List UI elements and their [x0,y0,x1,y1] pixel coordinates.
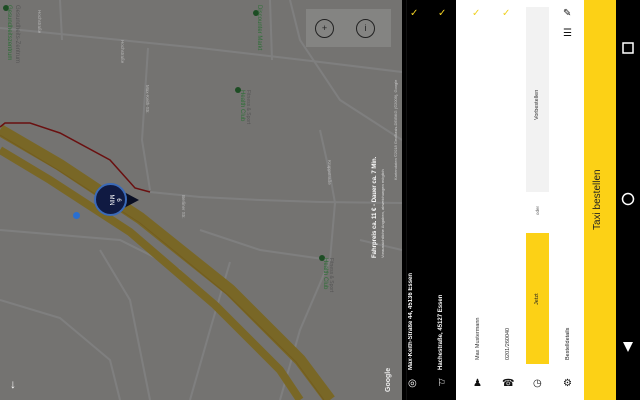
street-label: Hochstraße [120,40,125,64]
poi-label: Gesundheitszentrum [6,5,12,61]
poi-label: Discounter Markt [256,5,262,51]
street-label: Berliner Str. [181,195,186,219]
order-taxi-button[interactable]: Taxi bestellen [584,0,616,400]
person-icon: ♟ [473,378,482,389]
map-controls: + i [306,9,391,47]
name-field[interactable]: Max Mustermann [475,318,481,361]
settings-icon[interactable]: ⚙ [563,378,572,389]
eta-value: 6 [115,198,121,202]
order-taxi-label: Taxi bestellen [592,169,603,230]
edit-icon[interactable]: ✎ [563,8,571,19]
time-or-label: oder [535,205,540,215]
poi-sublabel: Gesundheits-Zentrum [14,5,20,64]
phone-icon: ☎ [502,378,515,389]
check-icon: ✓ [502,8,511,19]
system-nav-bar [616,0,640,400]
route-strip: ✓ ✓ Max-Keith-Straße 44, 45136 Essen Hac… [402,0,456,400]
fare-disclaimer: Voraussichtliche Angaben, abweichungen m… [380,169,385,258]
zoom-in-icon[interactable]: + [315,19,334,38]
check-icon: ✓ [472,8,481,19]
preorder-label: Vorbestellen [534,89,540,120]
home-icon[interactable] [621,192,635,206]
time-now-label: Jetzt [534,293,540,305]
crosshair-icon[interactable]: ◎ [408,378,417,389]
order-details-link[interactable]: Bestelldetails [565,328,571,360]
info-icon[interactable]: i [356,19,375,38]
app-screen: Gesundheitszentrum Gesundheits-Zentrum D… [0,0,640,400]
poi-sublabel: Fitness & Sport [328,258,334,293]
list-icon[interactable]: ☰ [563,28,572,39]
flag-icon[interactable]: ⚐ [437,378,446,389]
arrow-down-icon[interactable]: ↓ [10,377,16,391]
recents-icon[interactable] [622,42,634,54]
fare-estimate: Fahrpreis ca. 11 € - Dauer ca. 7 Min. [372,156,378,258]
destination-address[interactable]: Hachestraße, 45127 Essen [438,295,444,370]
poi-sublabel: Fitness & Sport [245,90,251,125]
street-label: Hochstraße [37,10,42,34]
google-logo: Google [385,367,392,392]
check-icon: ✓ [438,8,447,19]
map-view[interactable]: Gesundheitszentrum Gesundheits-Zentrum D… [0,0,402,400]
divider [406,0,407,400]
eta-unit: MIN [108,194,114,206]
eta-label: 6 MIN [107,188,121,212]
street-label: Max-Keith-Str. [145,85,150,114]
current-location-dot [73,212,80,219]
map-dim-overlay [0,0,402,400]
clock-icon: ◷ [533,378,542,389]
back-icon[interactable] [622,341,634,353]
pickup-address[interactable]: Max-Keith-Straße 44, 45136 Essen [408,273,414,370]
check-icon: ✓ [410,8,419,19]
map-copyright: Kartendaten ©2018 GeoBasis-DE/BKG (©2009… [393,79,398,180]
street-label: Kruppstraße [327,160,332,185]
phone-field[interactable]: 0201/260040 [505,328,511,360]
